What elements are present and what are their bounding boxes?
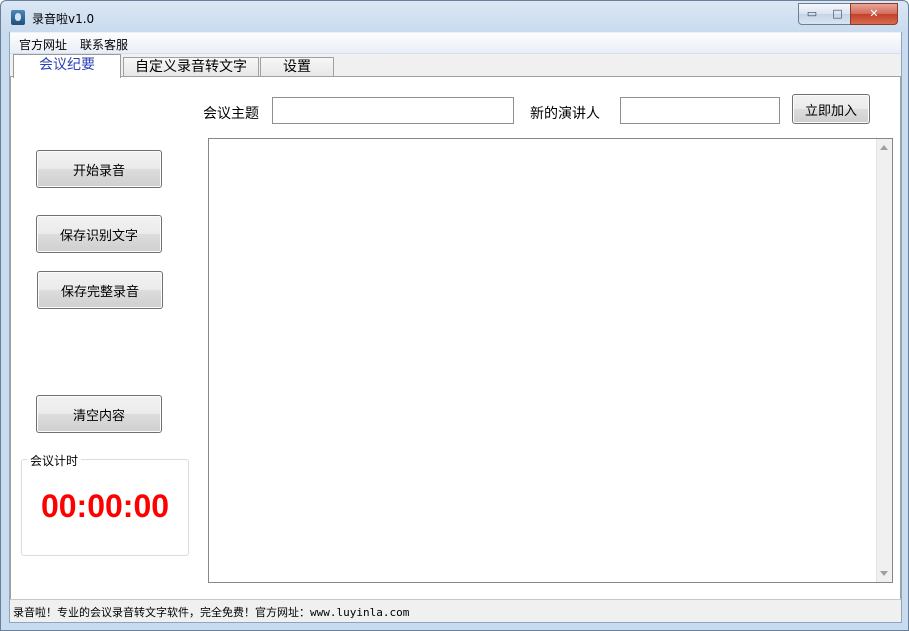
status-bar: 录音啦！专业的会议录音转文字软件，完全免费！官方网址：www.luyinla.c… [10, 599, 901, 622]
transcript-scrollbar[interactable] [876, 139, 892, 582]
save-text-button[interactable]: 保存识别文字 [36, 215, 162, 253]
close-button[interactable]: ✕ [850, 3, 898, 25]
app-icon [11, 10, 25, 25]
client-area: 官方网址 联系客服 会议纪要 自定义录音转文字 设置 会议主题 新的演讲人 立即… [9, 32, 902, 623]
maximize-icon: □ [832, 7, 843, 20]
tab-custom-transcription[interactable]: 自定义录音转文字 [123, 57, 259, 77]
tab-settings[interactable]: 设置 [260, 57, 334, 77]
join-button[interactable]: 立即加入 [792, 94, 870, 124]
menu-contact-support[interactable]: 联系客服 [80, 36, 128, 53]
tab-meeting-minutes[interactable]: 会议纪要 [13, 54, 121, 78]
meeting-minutes-panel: 会议主题 新的演讲人 立即加入 开始录音 保存识别文字 保存完整录音 清空内容 … [10, 76, 901, 600]
transcript-textarea[interactable] [208, 138, 893, 583]
window-title: 录音啦v1.0 [32, 12, 95, 26]
meeting-timer-value: 00:00:00 [40, 488, 170, 524]
menu-bar: 官方网址 联系客服 [10, 33, 901, 54]
topic-input[interactable] [272, 97, 514, 124]
minimize-icon: ▭ [806, 7, 818, 20]
meeting-timer-group: 会议计时 00:00:00 [21, 452, 189, 556]
maximize-button[interactable]: □ [825, 3, 851, 25]
app-window: 录音啦v1.0 ▭ □ ✕ 官方网址 联系客服 会议纪要 自定义录音转文字 设置… [0, 0, 909, 631]
status-text: 录音啦！专业的会议录音转文字软件，完全免费！官方网址：www.luyinla.c… [13, 606, 410, 619]
speaker-input[interactable] [620, 97, 780, 124]
speaker-label: 新的演讲人 [530, 106, 600, 122]
topic-label: 会议主题 [203, 106, 259, 122]
scroll-up-icon[interactable] [880, 145, 888, 150]
tab-strip: 会议纪要 自定义录音转文字 设置 [10, 54, 901, 78]
title-bar[interactable]: 录音啦v1.0 ▭ □ ✕ [1, 1, 908, 33]
close-icon: ✕ [869, 7, 879, 20]
scroll-down-icon[interactable] [880, 571, 888, 576]
clear-content-button[interactable]: 清空内容 [36, 395, 162, 433]
start-recording-button[interactable]: 开始录音 [36, 150, 162, 188]
minimize-button[interactable]: ▭ [798, 3, 826, 25]
menu-official-site[interactable]: 官方网址 [19, 36, 67, 53]
save-audio-button[interactable]: 保存完整录音 [37, 271, 163, 309]
meeting-timer-title: 会议计时 [27, 452, 82, 469]
